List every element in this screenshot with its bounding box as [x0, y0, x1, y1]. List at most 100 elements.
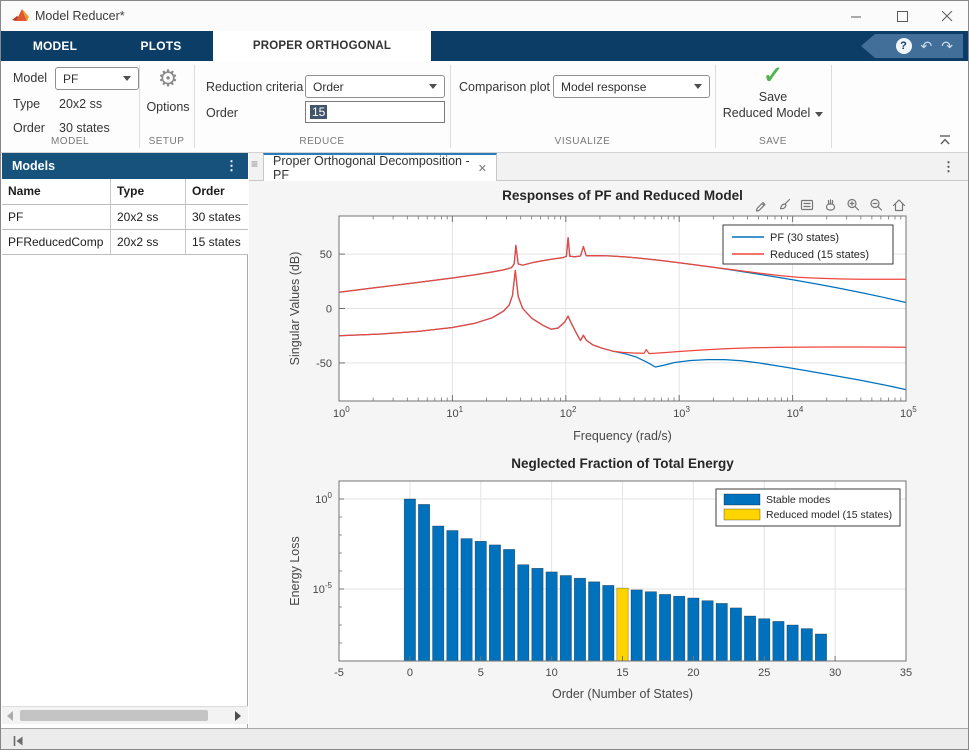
export-icon[interactable]: [751, 195, 771, 214]
svg-text:105: 105: [900, 405, 917, 420]
svg-text:25: 25: [758, 667, 770, 679]
model-reducer-window: Model Reducer* MODEL REDUCER PLOTS PROPE…: [0, 0, 969, 750]
svg-text:PF (30 states): PF (30 states): [770, 232, 839, 244]
save-button-line1: Save: [759, 89, 788, 105]
tab-proper-orthogonal-decomposition[interactable]: PROPER ORTHOGONAL DECOMPOSITION: [213, 31, 431, 61]
svg-text:Responses of PF and Reduced Mo: Responses of PF and Reduced Model: [502, 188, 743, 203]
svg-text:Neglected Fraction of Total En: Neglected Fraction of Total Energy: [511, 456, 734, 471]
singular-values-plot[interactable]: 100101102103104105500-50Responses of PF …: [253, 184, 965, 446]
models-horizontal-scrollbar[interactable]: [2, 706, 248, 724]
comparison-plot-dropdown[interactable]: Model response: [553, 75, 710, 98]
document-bar-menu-icon[interactable]: ≡: [251, 157, 258, 171]
svg-text:0: 0: [407, 667, 413, 679]
svg-text:0: 0: [326, 304, 332, 316]
svg-text:20: 20: [687, 667, 699, 679]
section-divider: [831, 65, 832, 148]
zoom-out-icon[interactable]: [866, 195, 886, 214]
energy-loss-plot[interactable]: -50510152025303510010-5Neglected Fractio…: [253, 453, 965, 705]
order-field-label: Order: [206, 106, 238, 120]
svg-text:Singular Values (dB): Singular Values (dB): [288, 252, 302, 366]
reduction-criteria-dropdown[interactable]: Order: [305, 75, 445, 98]
status-bar: [1, 728, 969, 750]
section-label-setup: SETUP: [139, 136, 194, 150]
svg-text:Order (Number of States): Order (Number of States): [552, 687, 693, 701]
zoom-in-icon[interactable]: [843, 195, 863, 214]
redo-icon[interactable]: ↷: [941, 39, 953, 53]
comparison-plot-value: Model response: [561, 80, 646, 94]
section-label-model: MODEL: [1, 136, 139, 150]
scroll-right-icon[interactable]: [235, 711, 241, 721]
maximize-icon: [897, 11, 908, 22]
models-panel-menu-icon[interactable]: ⋮: [225, 158, 238, 174]
svg-text:-5: -5: [334, 667, 344, 679]
tab-plots[interactable]: PLOTS: [109, 31, 213, 61]
svg-text:100: 100: [333, 405, 350, 420]
svg-text:-50: -50: [316, 358, 332, 370]
order-input[interactable]: 15: [305, 101, 445, 123]
scrollbar-thumb[interactable]: [20, 710, 208, 721]
order-info-value: 30 states: [59, 121, 110, 135]
svg-text:10-5: 10-5: [313, 581, 333, 596]
quick-access-toolbar: ? ↶ ↷: [861, 34, 963, 58]
svg-text:Frequency (rad/s): Frequency (rad/s): [573, 429, 672, 443]
chevron-down-icon: [429, 84, 437, 89]
save-button-line2: Reduced Model: [723, 105, 824, 121]
reduction-criteria-label: Reduction criteria: [206, 80, 303, 94]
tab-model-reducer[interactable]: MODEL REDUCER: [1, 31, 109, 61]
model-label: Model: [13, 71, 47, 85]
svg-text:5: 5: [478, 667, 484, 679]
section-label-save: SAVE: [715, 136, 831, 150]
check-icon: ✓: [763, 63, 783, 89]
collapse-ribbon-button[interactable]: [937, 133, 957, 149]
svg-text:Energy Loss: Energy Loss: [288, 536, 302, 605]
home-icon[interactable]: [889, 195, 909, 214]
model-dropdown[interactable]: PF: [55, 67, 139, 90]
collapse-panel-icon[interactable]: [10, 733, 26, 749]
chevron-down-icon: [123, 76, 131, 81]
column-header-order: Order: [186, 179, 248, 205]
pan-icon[interactable]: [820, 195, 840, 214]
svg-text:104: 104: [787, 405, 804, 420]
undo-icon[interactable]: ↶: [921, 39, 933, 53]
svg-text:30: 30: [829, 667, 841, 679]
svg-text:103: 103: [673, 405, 690, 420]
model-dropdown-value: PF: [63, 72, 78, 86]
section-label-reduce: REDUCE: [194, 136, 450, 150]
options-button[interactable]: ⚙ Options: [141, 65, 195, 115]
svg-text:100: 100: [315, 491, 332, 506]
title-bar: Model Reducer*: [1, 1, 969, 31]
collapse-ribbon-icon: [937, 133, 953, 147]
minimize-icon: [851, 11, 862, 22]
datatips-icon[interactable]: [797, 195, 817, 214]
table-row-pf[interactable]: PF 20x2 ss 30 states: [2, 205, 248, 230]
models-panel-title: Models: [12, 159, 55, 173]
tab-bar-menu-icon[interactable]: ⋮: [942, 159, 955, 175]
section-label-visualize: VISUALIZE: [450, 136, 715, 150]
minimize-button[interactable]: [839, 1, 873, 31]
help-icon[interactable]: ?: [896, 38, 912, 54]
scroll-left-icon[interactable]: [7, 711, 13, 721]
type-value: 20x2 ss: [59, 97, 102, 111]
svg-text:10: 10: [546, 667, 558, 679]
save-reduced-model-button[interactable]: ✓ Save Reduced Model: [717, 63, 829, 121]
ribbon-toolbar: Model PF Type 20x2 ss Order 30 states MO…: [1, 61, 969, 153]
svg-text:Stable modes: Stable modes: [766, 494, 830, 506]
models-panel-header: Models ⋮: [2, 153, 248, 179]
document-tab-pod-pf[interactable]: Proper Orthogonal Decomposition - PF ✕: [263, 153, 497, 181]
chevron-down-icon: [694, 84, 702, 89]
axes-toolbar: [751, 195, 909, 214]
chevron-down-icon: [815, 112, 823, 117]
gear-icon: ⚙: [158, 65, 179, 91]
maximize-button[interactable]: [885, 1, 919, 31]
table-row-pfreducedcomp[interactable]: PFReducedComp 20x2 ss 15 states: [2, 230, 248, 255]
matlab-logo-icon: [12, 8, 30, 24]
document-tab-title: Proper Orthogonal Decomposition - PF: [273, 154, 470, 182]
order-info-label: Order: [13, 121, 45, 135]
close-button[interactable]: [930, 1, 964, 31]
svg-text:35: 35: [900, 667, 912, 679]
column-header-type: Type: [111, 179, 186, 205]
svg-text:50: 50: [320, 249, 332, 261]
svg-text:101: 101: [446, 405, 463, 420]
tab-close-icon[interactable]: ✕: [478, 162, 487, 175]
brush-icon[interactable]: [774, 195, 794, 214]
